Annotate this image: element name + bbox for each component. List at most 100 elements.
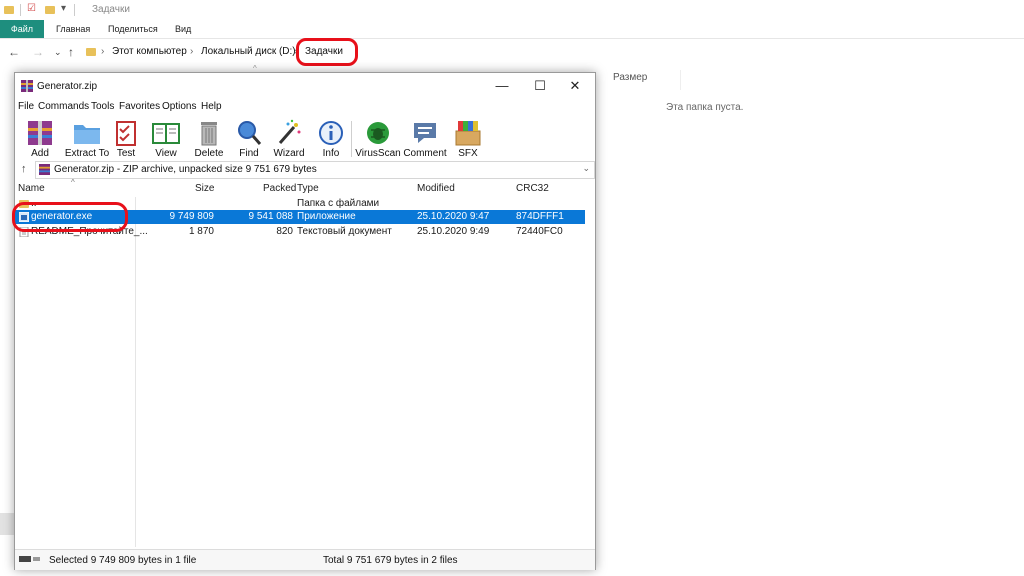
view-button[interactable]: View	[149, 117, 183, 161]
column-packed-header[interactable]: Packed	[263, 183, 296, 194]
column-modified-header[interactable]: Modified	[417, 183, 455, 194]
virusscan-button[interactable]: VirusScan	[355, 117, 401, 161]
add-archive-icon	[28, 121, 52, 145]
file-modified: 25.10.2020 9:47	[417, 211, 490, 222]
file-list-name-column	[15, 197, 136, 547]
menu-help[interactable]: Help	[201, 101, 222, 112]
add-button[interactable]: Add	[21, 117, 59, 161]
up-arrow-icon[interactable]: ↑	[68, 45, 74, 59]
minimize-button[interactable]: —	[485, 77, 519, 95]
zip-archive-icon	[39, 164, 50, 175]
address-folder-icon	[86, 48, 96, 56]
menu-favorites[interactable]: Favorites	[119, 101, 160, 112]
comment-label: Comment	[403, 148, 447, 159]
file-crc: 874DFFF1	[516, 211, 564, 222]
quick-access-dropdown-icon[interactable]: ▾	[61, 3, 66, 14]
highlight-circle-generator	[12, 202, 128, 232]
winrar-titlebar: Generator.zip — ☐ ✕	[15, 73, 595, 99]
magic-wand-icon	[278, 119, 301, 144]
explorer-address-bar: ← → ⌄ ↑ › Этот компьютер › Локальный дис…	[0, 40, 1024, 64]
file-type: Папка с файлами	[297, 198, 380, 209]
column-type-header[interactable]: Type	[297, 183, 319, 194]
sort-up-caret-icon: ^	[71, 178, 75, 187]
path-dropdown-icon[interactable]: ⌄	[582, 163, 590, 174]
comment-bubble-icon	[414, 123, 436, 143]
folder-icon	[4, 6, 14, 14]
sfx-label: SFX	[458, 148, 478, 159]
breadcrumb-this-pc[interactable]: Этот компьютер	[112, 46, 187, 57]
new-folder-icon[interactable]	[45, 6, 55, 14]
test-label: Test	[116, 148, 136, 159]
recent-locations-icon[interactable]: ⌄	[54, 47, 62, 58]
menu-options[interactable]: Options	[162, 101, 196, 112]
properties-icon[interactable]: ☑	[27, 3, 36, 14]
status-selected: Selected 9 749 809 bytes in 1 file	[49, 555, 197, 566]
wizard-button[interactable]: Wizard	[271, 117, 307, 161]
menu-commands[interactable]: Commands	[38, 101, 89, 112]
file-modified: 25.10.2020 9:49	[417, 226, 490, 237]
magnifier-icon	[238, 121, 262, 145]
bug-scan-icon	[367, 122, 389, 144]
sfx-button[interactable]: SFX	[453, 117, 483, 161]
extract-to-button[interactable]: Extract To	[61, 117, 113, 161]
ribbon-tab-home[interactable]: Главная	[56, 20, 90, 38]
up-one-level-icon[interactable]: ↑	[21, 163, 27, 175]
chevron-right-icon: ›	[190, 46, 194, 57]
ribbon-tab-share[interactable]: Поделиться	[108, 20, 158, 38]
winrar-window: Generator.zip — ☐ ✕ File Commands Tools …	[14, 72, 596, 570]
file-type: Приложение	[297, 211, 356, 222]
archive-path-bar: ↑ Generator.zip - ZIP archive, unpacked …	[15, 161, 595, 179]
file-list-area	[136, 197, 595, 547]
file-size: 1 870	[188, 226, 214, 237]
maximize-button[interactable]: ☐	[523, 77, 557, 95]
info-label: Info	[322, 148, 340, 159]
ribbon-tab-view[interactable]: Вид	[175, 20, 191, 38]
file-crc: 72440FC0	[516, 226, 563, 237]
file-size: 9 749 809	[169, 211, 215, 222]
file-packed: 820	[276, 226, 293, 237]
delete-label: Delete	[194, 148, 224, 159]
back-arrow-icon[interactable]: ←	[8, 45, 20, 59]
column-name-header[interactable]: Name	[18, 183, 45, 194]
drive-key-icon	[19, 556, 40, 562]
close-button[interactable]: ✕	[558, 77, 592, 95]
winrar-status-bar: Selected 9 749 809 bytes in 1 file Total…	[15, 549, 595, 570]
winrar-toolbar: Add Extract To Test View Delete Find Wiz…	[15, 115, 595, 161]
info-button[interactable]: Info	[315, 117, 347, 161]
delete-button[interactable]: Delete	[191, 117, 227, 161]
column-size-header[interactable]: Размер	[613, 72, 647, 83]
forward-arrow-icon[interactable]: →	[32, 45, 44, 59]
find-button[interactable]: Find	[233, 117, 265, 161]
file-packed: 9 541 088	[248, 211, 294, 222]
explorer-ribbon: Файл Главная Поделиться Вид	[0, 20, 1024, 39]
breadcrumb-local-disk[interactable]: Локальный диск (D:)	[201, 46, 296, 57]
extract-to-label: Extract To	[64, 148, 110, 159]
comment-button[interactable]: Comment	[403, 117, 447, 161]
archive-path-text: Generator.zip - ZIP archive, unpacked si…	[54, 164, 317, 175]
virusscan-label: VirusScan	[355, 148, 401, 159]
test-button[interactable]: Test	[113, 117, 139, 161]
empty-folder-message: Эта папка пуста.	[666, 102, 744, 113]
navigation-pane-edge	[0, 513, 14, 535]
test-checklist-icon	[116, 121, 136, 146]
toolbar-separator	[351, 121, 352, 157]
file-list-header: ^ Name Size Packed Type Modified CRC32	[15, 178, 595, 198]
add-label: Add	[31, 148, 49, 159]
column-size-header[interactable]: Size	[195, 183, 214, 194]
status-total: Total 9 751 679 bytes in 2 files	[323, 555, 458, 566]
menu-file[interactable]: File	[18, 101, 34, 112]
column-crc-header[interactable]: CRC32	[516, 183, 549, 194]
menu-tools[interactable]: Tools	[91, 101, 114, 112]
winrar-menubar: File Commands Tools Favorites Options He…	[15, 99, 595, 115]
file-type: Текстовый документ	[297, 226, 392, 237]
extract-folder-icon	[74, 125, 100, 144]
view-book-icon	[152, 123, 180, 144]
highlight-circle-breadcrumb	[296, 38, 358, 66]
explorer-window-title: Задачки	[92, 4, 130, 15]
archive-path-field[interactable]: Generator.zip - ZIP archive, unpacked si…	[35, 161, 595, 179]
winrar-window-title: Generator.zip	[37, 81, 98, 92]
explorer-titlebar: ☑ ▾ Задачки	[0, 0, 1024, 20]
find-label: Find	[239, 148, 259, 159]
ribbon-tab-file[interactable]: Файл	[0, 20, 44, 38]
info-icon	[319, 121, 343, 145]
